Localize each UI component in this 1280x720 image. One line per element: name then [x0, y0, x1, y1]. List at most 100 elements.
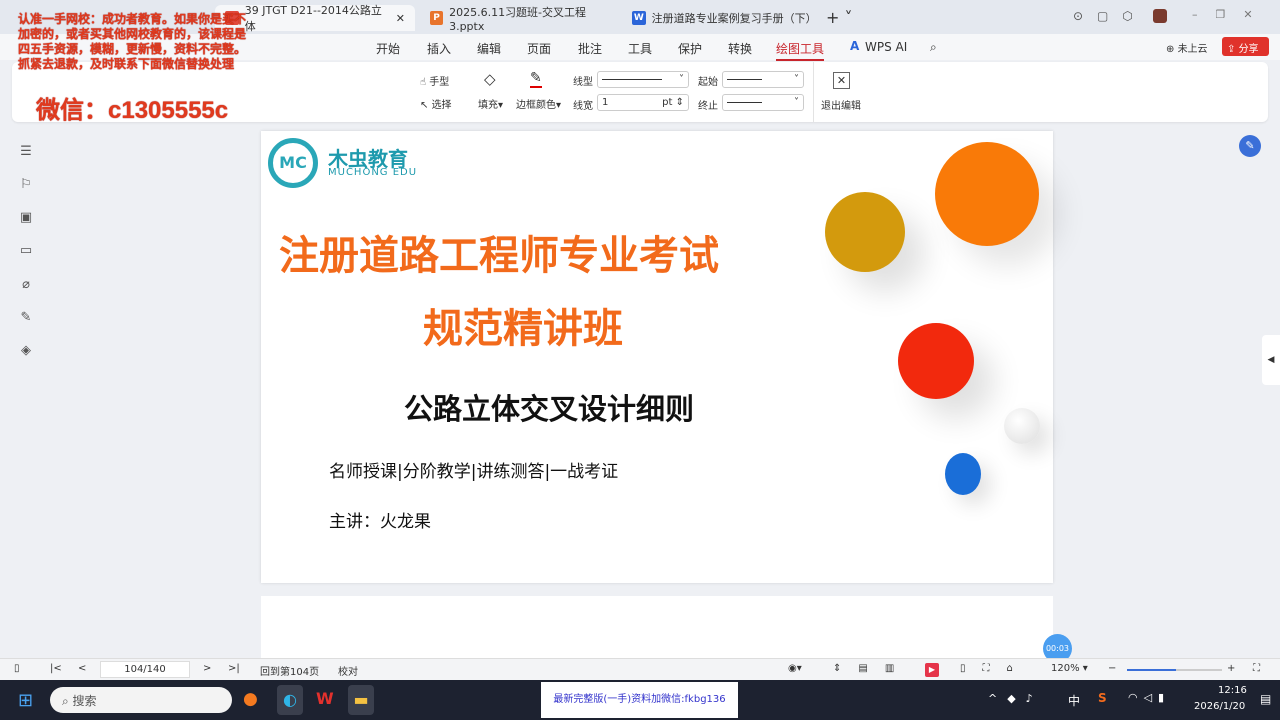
edit-float-icon[interactable]: ✎: [1239, 135, 1261, 157]
wps-icon[interactable]: W: [316, 689, 334, 708]
promo-banner: 最新完整版(一手)资料加微信:fkbg136: [541, 682, 738, 718]
pdf-page: MC 木虫教育 MUCHONG EDU 注册道路工程师专业考试 规范精讲班 公路…: [261, 131, 1053, 583]
decor-circle-blue: [945, 453, 981, 495]
fill-button[interactable]: 填充▾: [478, 96, 503, 111]
menu-convert[interactable]: 转换: [728, 40, 752, 57]
word-icon: W: [632, 11, 646, 25]
first-page-button[interactable]: |<: [50, 663, 62, 674]
hand-label: 手型: [429, 77, 450, 88]
line-width-input[interactable]: 1 pt ⇕: [597, 94, 689, 111]
exit-edit-button[interactable]: 退出编辑: [821, 97, 861, 112]
share-button[interactable]: ⇪ 分享: [1222, 37, 1269, 56]
menu-annotate[interactable]: 批注: [578, 40, 602, 57]
zoom-value: 120%: [1051, 663, 1080, 674]
select-tool[interactable]: ↖ 选择: [420, 96, 452, 111]
eye-mode-icon[interactable]: ◉▾: [788, 663, 802, 674]
signature-icon[interactable]: ✎: [18, 310, 34, 325]
sidebar-toggle-icon[interactable]: ▯: [14, 663, 20, 674]
line-width-label: 线宽: [573, 101, 593, 112]
fullscreen-icon[interactable]: ⛶: [1253, 663, 1260, 674]
line-type-select[interactable]: ˅: [597, 71, 689, 88]
watermark-wechat: 微信：c1305555c: [36, 97, 229, 124]
close-icon[interactable]: ✕: [396, 12, 405, 25]
zoom-slider[interactable]: [1127, 669, 1222, 671]
tab-label: 39 JTGT D21--2014公路立体: [244, 4, 382, 33]
border-color-button[interactable]: 边框颜色▾: [516, 96, 561, 111]
unit-label: pt: [662, 97, 673, 108]
clock-time[interactable]: 12:16: [1218, 685, 1247, 696]
slide-lecturer: 主讲：火龙果: [329, 512, 431, 532]
hand-tool[interactable]: ☝ 手型: [420, 73, 449, 88]
menu-insert[interactable]: 插入: [427, 40, 451, 57]
tab-label: 2025.6.11习题班-交叉工程3.pptx: [449, 5, 587, 33]
zoom-in-button[interactable]: +: [1227, 663, 1235, 674]
cloud-button[interactable]: ⊕ 未上云: [1166, 40, 1208, 55]
network-volume-battery-icons[interactable]: ◠◁▮: [1128, 691, 1170, 704]
last-page-button[interactable]: >|: [228, 663, 240, 674]
clock-date[interactable]: 2026/1/20: [1194, 701, 1245, 712]
status-bar: ▯ |< < 104/140 > >| 回到第104页 校对 ◉▾ ⇕▤▥ ▶ …: [0, 658, 1280, 680]
select-label: 选择: [431, 100, 452, 111]
exit-edit-icon: ✕: [833, 72, 850, 89]
sogou-icon[interactable]: S: [1098, 691, 1107, 705]
wps-ai-icon: A: [850, 39, 860, 53]
play-icon[interactable]: ▶: [925, 663, 939, 677]
fill-label: 填充: [478, 100, 498, 111]
page-number-input[interactable]: 104/140: [100, 661, 190, 678]
search-icon[interactable]: ⌕: [930, 40, 937, 55]
start-arrow-select[interactable]: ˅: [722, 71, 804, 88]
ppt-icon: P: [430, 11, 444, 25]
menu-page[interactable]: 页面: [527, 40, 551, 57]
windows-start-icon[interactable]: ⊞: [18, 690, 33, 711]
fit-icons[interactable]: ▯⛶⌂: [960, 663, 1030, 674]
tab-word[interactable]: W 注册道路专业案例复习手册（下）: [622, 5, 822, 31]
menu-edit[interactable]: 编辑: [477, 40, 501, 57]
line-width-value: 1: [602, 97, 609, 108]
menu-start[interactable]: 开始: [376, 40, 400, 57]
comment-icon[interactable]: ▭: [18, 243, 34, 258]
tab-label: 注册道路专业案例复习手册（下）: [651, 12, 817, 25]
menu-protect[interactable]: 保护: [678, 40, 702, 57]
firefox-icon[interactable]: ●: [243, 689, 258, 709]
taskbar-search[interactable]: ⌕ 搜索: [50, 687, 232, 713]
zoom-out-button[interactable]: −: [1108, 663, 1116, 674]
divider: [813, 62, 814, 122]
watermark-overlay: 认准一手网校：成功者教育。如果你是买不加密的，或者买其他网校教育的，该课程是四五…: [18, 12, 247, 71]
layers-icon[interactable]: ◈: [18, 343, 34, 358]
border-color-icon: ✎: [530, 70, 542, 88]
menu-wps-ai[interactable]: WPS AI: [865, 40, 907, 54]
window-tools-icon[interactable]: ⊙▢⬡: [1073, 9, 1147, 23]
cloud-label: 未上云: [1177, 44, 1208, 55]
slide-subtitle: 公路立体交叉设计细则: [404, 392, 695, 426]
notification-icon[interactable]: ▤: [1260, 692, 1271, 706]
decor-circle-orange: [935, 142, 1039, 246]
tray-icons[interactable]: ^◆♪: [988, 692, 1043, 705]
window-controls[interactable]: –❐✕: [1192, 8, 1271, 21]
share-label: 分享: [1238, 44, 1259, 55]
start-label: 起始: [698, 77, 718, 88]
attachment-icon[interactable]: ⌀: [18, 277, 34, 292]
outline-icon[interactable]: ☰: [18, 144, 34, 159]
tab-pptx[interactable]: P 2025.6.11习题班-交叉工程3.pptx: [420, 5, 620, 33]
border-color-label: 边框颜色: [516, 100, 556, 111]
line-type-label: 线型: [573, 77, 593, 88]
proofread-button[interactable]: 校对: [338, 663, 358, 678]
view-mode-icons[interactable]: ⇕▤▥: [833, 663, 911, 674]
collapse-panel-button[interactable]: ◀: [1262, 335, 1280, 385]
edge-icon[interactable]: ◐: [277, 685, 303, 715]
back-to-page-link[interactable]: 回到第104页: [260, 663, 319, 678]
prev-page-button[interactable]: <: [78, 663, 86, 674]
next-page-button[interactable]: >: [203, 663, 211, 674]
end-label: 终止: [698, 101, 718, 112]
menu-tools[interactable]: 工具: [628, 40, 652, 57]
next-pdf-page: [261, 596, 1053, 666]
thumbnail-icon[interactable]: ▣: [18, 210, 34, 225]
end-arrow-select[interactable]: ˅: [722, 94, 804, 111]
zoom-select[interactable]: 120% ▾: [1051, 663, 1088, 674]
menu-drawing-tools[interactable]: 绘图工具: [776, 40, 825, 61]
bookmark-icon[interactable]: ⚐: [18, 177, 34, 192]
new-tab-button[interactable]: + ˅: [826, 8, 853, 27]
ime-indicator[interactable]: 中: [1068, 692, 1080, 709]
file-explorer-icon[interactable]: ▬: [348, 685, 374, 715]
avatar[interactable]: [1153, 9, 1167, 23]
